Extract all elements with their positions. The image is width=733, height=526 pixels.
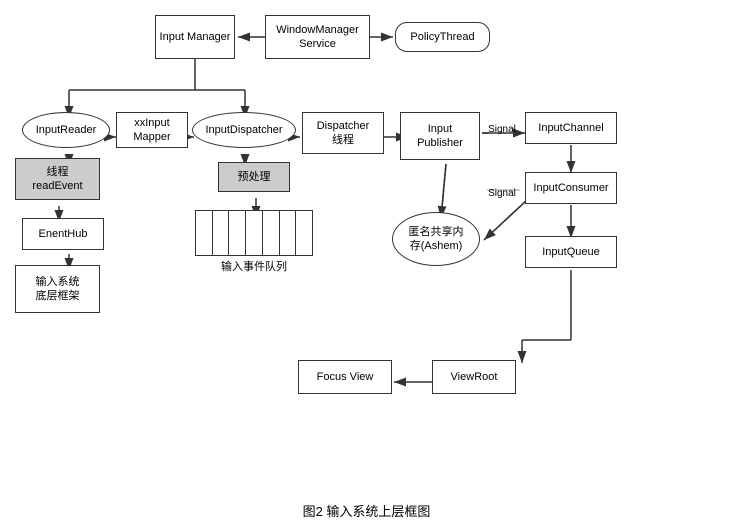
- queue-line-4: [246, 211, 263, 255]
- queue-label: 输入事件队列: [221, 260, 287, 274]
- dispatcher-xian-cheng-label: Dispatcher线程: [317, 119, 370, 148]
- view-root-node: ViewRoot: [432, 360, 516, 394]
- dispatcher-xian-cheng-node: Dispatcher线程: [302, 112, 384, 154]
- input-reader-label: InputReader: [36, 123, 97, 137]
- input-channel-node: InputChannel: [525, 112, 617, 144]
- input-consumer-node: InputConsumer: [525, 172, 617, 204]
- diceng-node: 输入系统底层框架: [15, 265, 100, 313]
- diceng-label: 输入系统底层框架: [36, 275, 80, 304]
- policy-thread-node: PolicyThread: [395, 22, 490, 52]
- yu-chuli-label: 预处理: [238, 170, 271, 184]
- queue-line-2: [213, 211, 230, 255]
- focus-view-label: Focus View: [317, 370, 374, 384]
- signal2-label: Signal: [484, 186, 520, 200]
- arrows-svg: [0, 0, 733, 490]
- window-manager-service-label: WindowManagerService: [276, 23, 359, 52]
- focus-view-node: Focus View: [298, 360, 392, 394]
- input-queue-label: InputQueue: [542, 245, 600, 259]
- input-channel-label: InputChannel: [538, 121, 603, 135]
- signal1-label: Signal: [484, 122, 520, 136]
- input-manager-label: Input Manager: [160, 30, 231, 44]
- xian-cheng-label: 线程readEvent: [32, 165, 82, 194]
- diagram-container: Input Manager WindowManagerService Polic…: [0, 0, 733, 490]
- yu-chuli-node: 预处理: [218, 162, 290, 192]
- figure-caption: 图2 输入系统上层框图: [0, 501, 733, 520]
- input-dispatcher-label: InputDispatcher: [205, 123, 282, 137]
- enent-hub-label: EnentHub: [39, 227, 88, 241]
- window-manager-service-node: WindowManagerService: [265, 15, 370, 59]
- view-root-label: ViewRoot: [451, 370, 498, 384]
- niming-shared-mem-label: 匿名共享内存(Ashem): [409, 225, 464, 254]
- enent-hub-node: EnentHub: [22, 218, 104, 250]
- policy-thread-label: PolicyThread: [410, 30, 474, 44]
- input-publisher-label: InputPublisher: [417, 122, 463, 151]
- queue-line-3: [229, 211, 246, 255]
- input-dispatcher-node: InputDispatcher: [192, 112, 296, 148]
- input-queue-node: InputQueue: [525, 236, 617, 268]
- input-consumer-label: InputConsumer: [533, 181, 608, 195]
- queue-label-node: 输入事件队列: [190, 258, 318, 276]
- xx-input-mapper-node: xxInputMapper: [116, 112, 188, 148]
- input-publisher-node: InputPublisher: [400, 112, 480, 160]
- input-event-queue-node: [195, 210, 313, 256]
- queue-line-7: [296, 211, 312, 255]
- queue-line-1: [196, 211, 213, 255]
- input-reader-node: InputReader: [22, 112, 110, 148]
- caption-text: 图2 输入系统上层框图: [303, 504, 431, 519]
- niming-shared-mem-node: 匿名共享内存(Ashem): [392, 212, 480, 266]
- xian-cheng-node: 线程readEvent: [15, 158, 100, 200]
- queue-line-5: [263, 211, 280, 255]
- queue-line-6: [280, 211, 297, 255]
- xx-input-mapper-label: xxInputMapper: [133, 116, 170, 145]
- input-manager-node: Input Manager: [155, 15, 235, 59]
- queue-lines: [196, 211, 312, 255]
